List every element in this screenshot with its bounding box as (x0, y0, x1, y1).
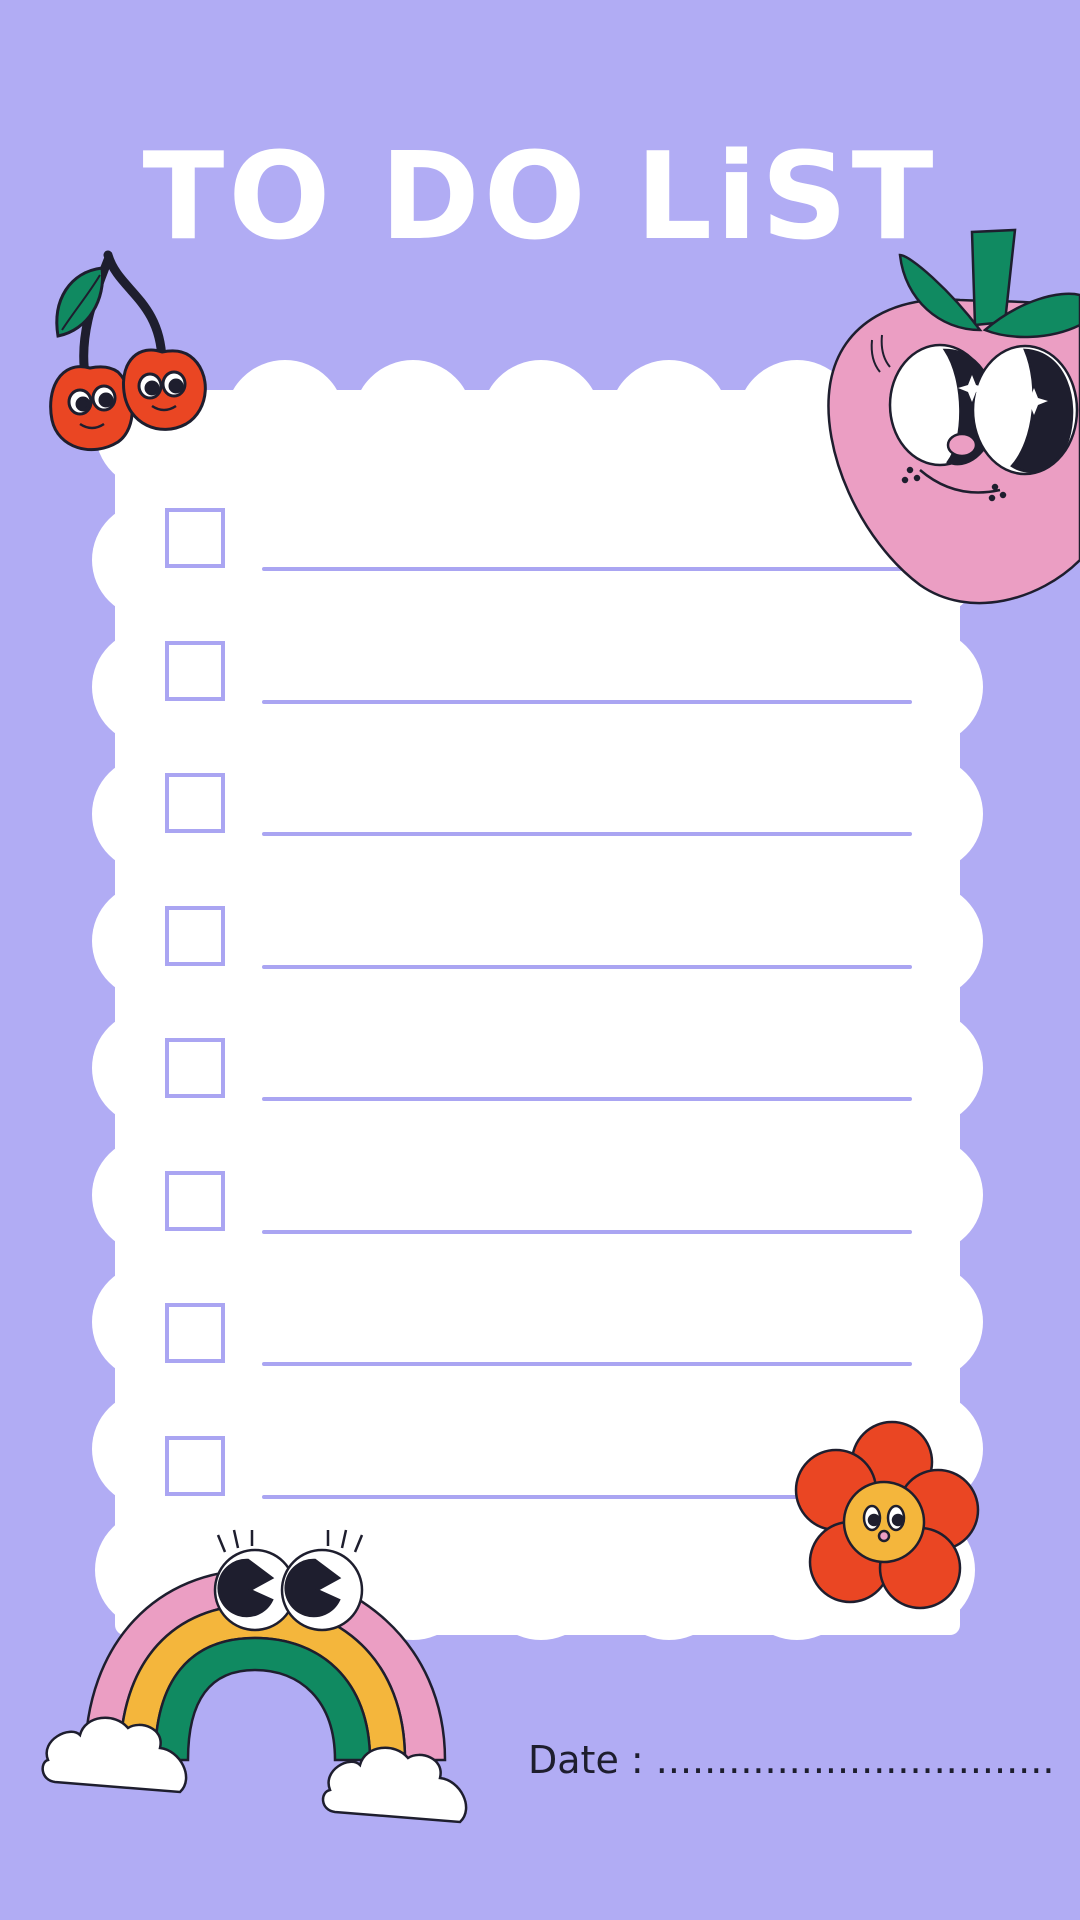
page-title: TO DO LiST (142, 128, 938, 267)
date-field[interactable]: Date : ................................. (528, 1738, 1054, 1782)
task-line[interactable] (262, 1495, 912, 1499)
task-checkbox[interactable] (165, 906, 225, 966)
task-checkbox[interactable] (165, 1038, 225, 1098)
task-line[interactable] (262, 700, 912, 704)
task-line[interactable] (262, 567, 912, 571)
task-row (165, 1038, 913, 1104)
task-checkbox[interactable] (165, 508, 225, 568)
task-row (165, 906, 913, 972)
task-line[interactable] (262, 1097, 912, 1101)
task-row (165, 1436, 913, 1502)
task-line[interactable] (262, 1230, 912, 1234)
task-row (165, 641, 913, 707)
task-line[interactable] (262, 832, 912, 836)
task-row (165, 1171, 913, 1237)
task-line[interactable] (262, 965, 912, 969)
task-line[interactable] (262, 1362, 912, 1366)
task-row (165, 1303, 913, 1369)
task-checkbox[interactable] (165, 1171, 225, 1231)
task-row (165, 773, 913, 839)
task-checkbox[interactable] (165, 1303, 225, 1363)
todo-list-page: TO DO LiST Date: ......................… (0, 0, 1080, 1920)
task-checkbox[interactable] (165, 1436, 225, 1496)
task-row (165, 508, 913, 574)
task-checkbox[interactable] (165, 641, 225, 701)
task-checkbox[interactable] (165, 773, 225, 833)
